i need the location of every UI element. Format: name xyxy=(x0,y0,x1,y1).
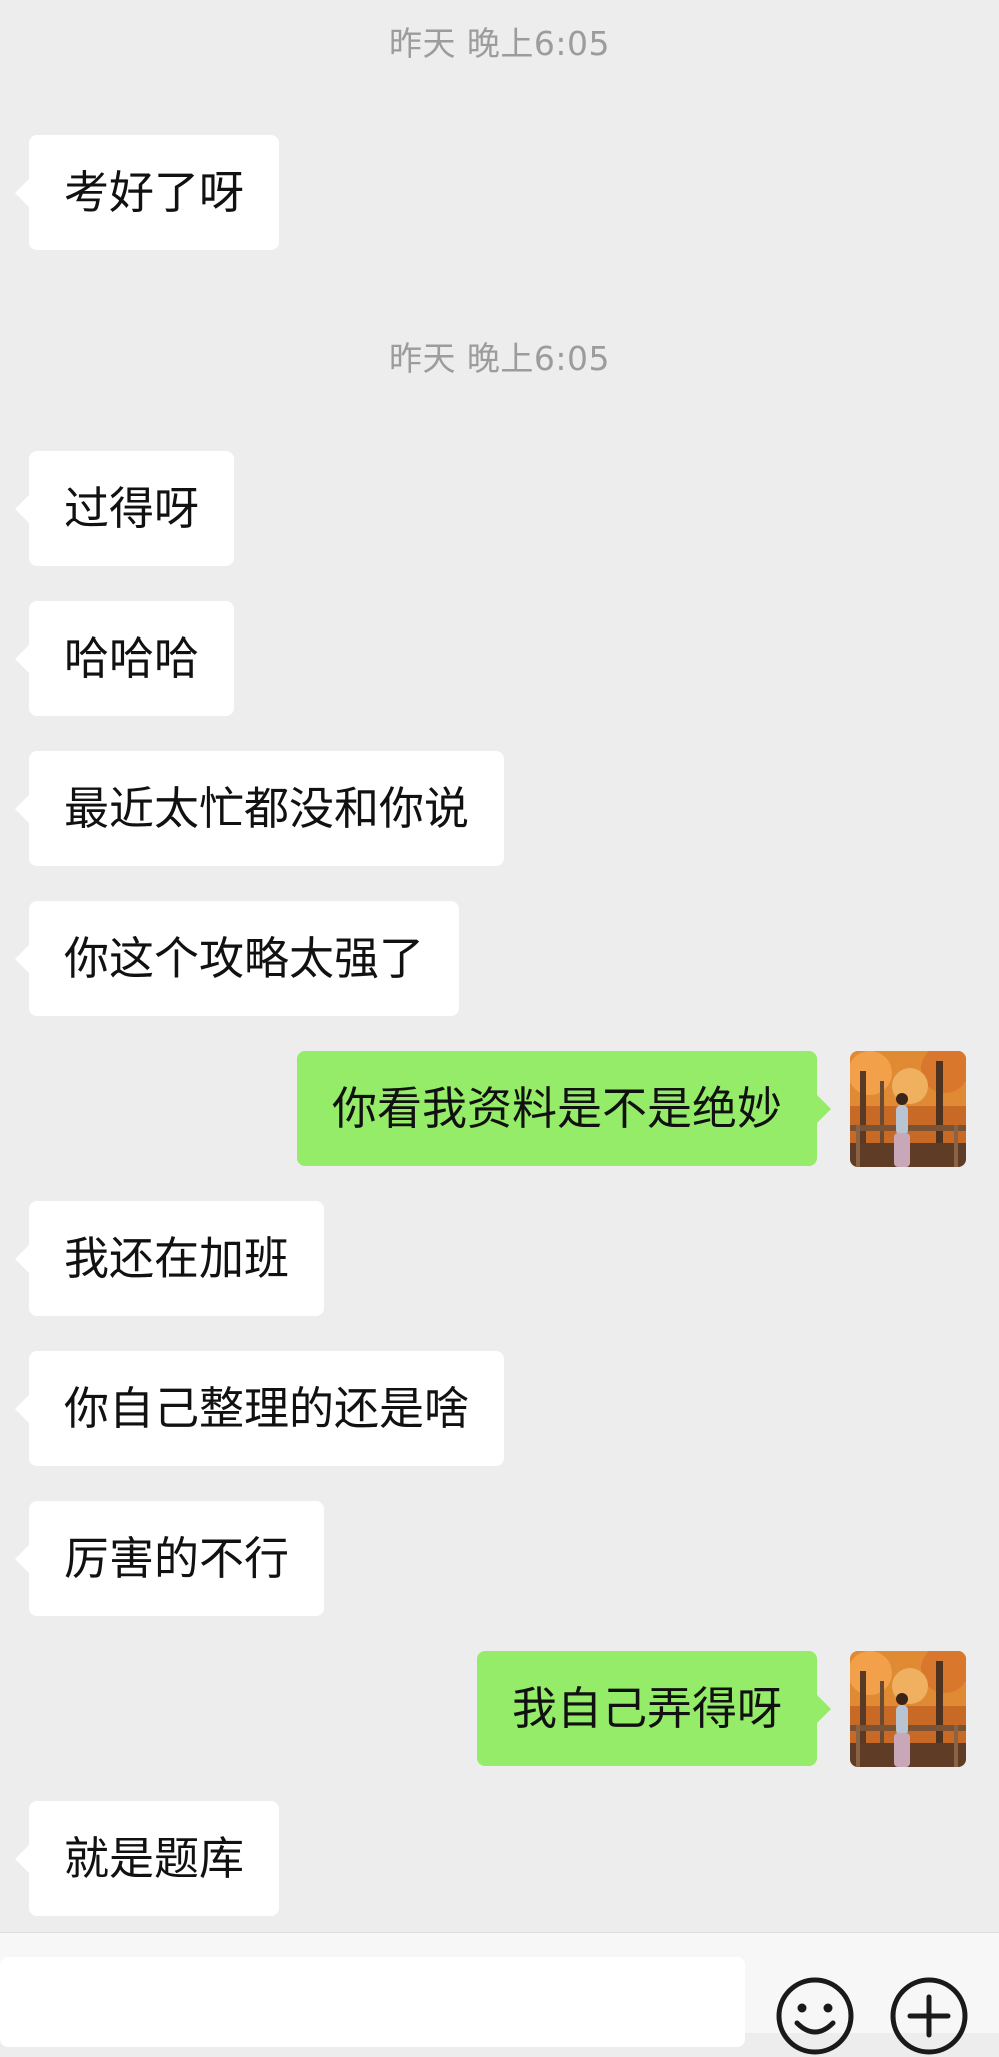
incoming-message-bubble[interactable]: 厉害的不行 xyxy=(14,1501,325,1616)
message-timestamp: 昨天 晚上6:05 xyxy=(388,339,611,378)
incoming-message-bubble[interactable]: 最近太忙都没和你说 xyxy=(14,751,505,866)
message-input[interactable] xyxy=(0,1957,745,2047)
chat-input-bar xyxy=(0,1932,999,2055)
emoji-icon[interactable] xyxy=(774,1975,856,2057)
chat-message-list[interactable]: 昨天 晚上6:05 考好了呀 昨天 晚上6:05 过得呀 哈哈哈 最近太忙都没和… xyxy=(0,0,999,1932)
incoming-message-bubble[interactable]: 我还在加班 xyxy=(14,1201,325,1316)
outgoing-message-bubble[interactable]: 我自己弄得呀 xyxy=(476,1651,832,1766)
incoming-message-bubble[interactable]: 就是题库 xyxy=(14,1801,280,1916)
outgoing-message-bubble[interactable]: 你看我资料是不是绝妙 xyxy=(296,1051,832,1166)
user-avatar[interactable] xyxy=(850,1651,966,1767)
message-timestamp: 昨天 晚上6:05 xyxy=(388,24,611,63)
incoming-message-bubble[interactable]: 你自己整理的还是啥 xyxy=(14,1351,505,1466)
incoming-message-bubble[interactable]: 你这个攻略太强了 xyxy=(14,901,460,1016)
plus-circle-icon[interactable] xyxy=(888,1975,970,2057)
incoming-message-bubble[interactable]: 过得呀 xyxy=(14,451,235,566)
incoming-message-bubble[interactable]: 考好了呀 xyxy=(14,135,280,250)
user-avatar[interactable] xyxy=(850,1051,966,1167)
incoming-message-bubble[interactable]: 哈哈哈 xyxy=(14,601,235,716)
